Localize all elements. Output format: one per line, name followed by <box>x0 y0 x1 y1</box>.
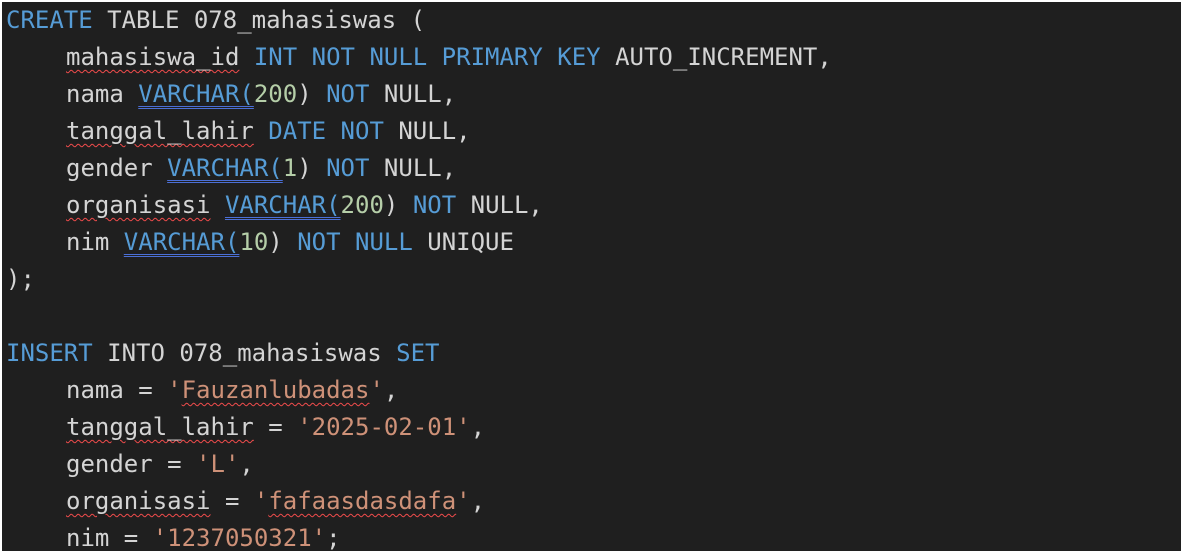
code-line[interactable]: nama VARCHAR(200) NOT NULL, <box>6 76 456 113</box>
code-token: NULL, <box>383 117 471 145</box>
code-line[interactable]: nama = 'Fauzanlubadas', <box>6 372 398 409</box>
code-line[interactable]: INSERT INTO 078_mahasiswas SET <box>6 335 440 372</box>
code-token: fafaasdasdafa <box>268 487 457 515</box>
code-token: nim = <box>66 524 153 551</box>
code-line[interactable]: organisasi = 'fafaasdasdafa', <box>6 483 485 520</box>
code-token: nim <box>66 228 124 256</box>
code-token: 1 <box>282 154 298 182</box>
code-token: VARCHAR( <box>123 228 240 256</box>
code-token: 10 <box>239 228 269 256</box>
code-token: INT NOT NULL PRIMARY KEY <box>253 43 601 71</box>
code-token: ) <box>268 228 298 256</box>
code-token: mahasiswa_id <box>66 43 240 71</box>
code-token: NOT <box>326 154 370 182</box>
code-token: INSERT <box>6 339 93 367</box>
code-token: CREATE <box>6 6 93 34</box>
code-token: nama <box>66 80 139 108</box>
code-token: NOT NULL <box>297 228 413 256</box>
code-token: ) <box>297 80 327 108</box>
code-line[interactable]: tanggal_lahir = '2025-02-01', <box>6 409 485 446</box>
code-token: UNIQUE <box>412 228 514 256</box>
code-token: Fauzanlubadas <box>181 376 370 404</box>
code-token: , <box>383 376 399 404</box>
code-token: DATE NOT <box>268 117 384 145</box>
code-token: ) <box>383 191 413 219</box>
code-token: tanggal_lahir <box>66 413 254 441</box>
code-token: ); <box>6 265 35 293</box>
code-token: ' <box>369 376 384 404</box>
code-line[interactable]: nim VARCHAR(10) NOT NULL UNIQUE <box>6 224 514 261</box>
code-token: '2025-02-01' <box>297 413 471 441</box>
code-token: ' <box>167 376 182 404</box>
code-line[interactable]: tanggal_lahir DATE NOT NULL, <box>6 113 471 150</box>
code-token: ; <box>326 524 341 551</box>
code-token: NULL, <box>369 80 457 108</box>
code-token: = <box>253 413 298 441</box>
screenshot-page: CREATE TABLE 078_mahasiswas (mahasiswa_i… <box>0 0 1183 553</box>
code-line[interactable]: mahasiswa_id INT NOT NULL PRIMARY KEY AU… <box>6 39 832 76</box>
code-line[interactable]: gender = 'L', <box>6 446 254 483</box>
code-token: gender = <box>66 450 197 478</box>
code-line[interactable]: organisasi VARCHAR(200) NOT NULL, <box>6 187 543 224</box>
code-token: INTO 078_mahasiswas <box>92 339 397 367</box>
code-token: nama = <box>66 376 168 404</box>
code-line[interactable]: ); <box>6 261 35 298</box>
code-token: 'L' <box>196 450 240 478</box>
code-line[interactable]: gender VARCHAR(1) NOT NULL, <box>6 150 456 187</box>
code-token: tanggal_lahir <box>66 117 254 145</box>
code-token: '1237050321' <box>152 524 327 551</box>
code-token: VARCHAR( <box>167 154 283 182</box>
code-token: AUTO_INCREMENT, <box>600 43 832 71</box>
code-token: NOT <box>412 191 457 219</box>
code-token: VARCHAR( <box>224 191 341 219</box>
code-token: NOT <box>326 80 370 108</box>
code-token: ' <box>253 487 269 515</box>
code-token: VARCHAR( <box>138 80 254 108</box>
code-token: TABLE 078_mahasiswas ( <box>92 6 426 34</box>
code-line[interactable]: nim = '1237050321'; <box>6 520 341 551</box>
code-token: ) <box>297 154 327 182</box>
code-token: ' <box>456 487 471 515</box>
code-editor[interactable]: CREATE TABLE 078_mahasiswas (mahasiswa_i… <box>2 2 1181 551</box>
code-token: 200 <box>340 191 384 219</box>
code-token: NULL, <box>456 191 543 219</box>
code-token: organisasi <box>66 191 211 219</box>
code-token: gender <box>66 154 168 182</box>
code-token: organisasi <box>66 487 211 515</box>
code-token: , <box>239 450 254 478</box>
code-token: NULL, <box>369 154 457 182</box>
code-token: , <box>470 413 486 441</box>
code-token: 200 <box>253 80 298 108</box>
code-line[interactable]: CREATE TABLE 078_mahasiswas ( <box>6 2 425 39</box>
code-token: SET <box>396 339 440 367</box>
code-token: , <box>470 487 486 515</box>
code-token: = <box>210 487 254 515</box>
